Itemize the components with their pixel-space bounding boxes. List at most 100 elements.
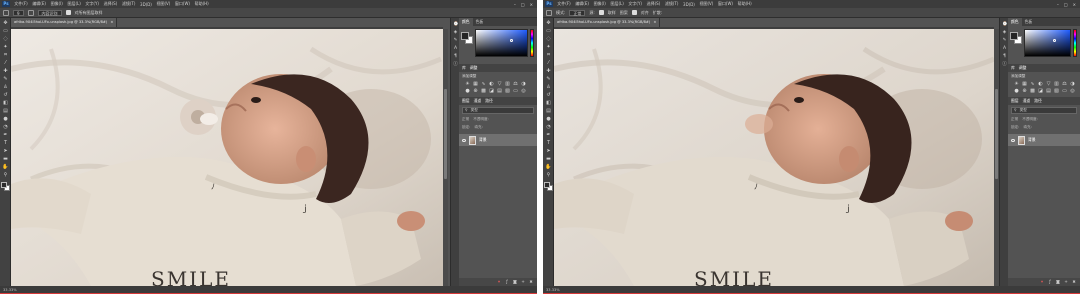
color-swatches[interactable] [1010, 32, 1022, 44]
hue-slider[interactable] [530, 29, 534, 57]
magic-wand-icon[interactable]: ✦ [545, 44, 552, 50]
content-aware-dropdown[interactable]: 内容识别 [37, 9, 62, 16]
menu-view[interactable]: 视图(V) [154, 1, 172, 7]
brush-size-picker[interactable]: 9 [13, 9, 24, 16]
close-icon[interactable]: × [110, 18, 113, 27]
document-tab[interactable]: afrika-9X4l5hoLUFo-unsplash.jpg @ 33.3%(… [554, 18, 661, 27]
fx-icon[interactable]: ƒ [1048, 280, 1052, 284]
move-icon[interactable]: ✥ [545, 20, 552, 26]
link-layers-icon[interactable]: ⚭ [497, 280, 501, 284]
close-icon[interactable]: × [653, 18, 656, 27]
tab-paths[interactable]: 路径 [1034, 97, 1046, 105]
layer-filter[interactable]: ⚲ 类型 [462, 107, 534, 114]
mask-icon[interactable]: ◙ [1056, 280, 1060, 284]
tab-adjustments[interactable]: 调整 [470, 64, 482, 72]
type-icon[interactable]: T [2, 140, 9, 146]
crop-icon[interactable]: ⌗ [2, 52, 9, 58]
dodge-icon[interactable]: ◔ [545, 124, 552, 130]
pen-icon[interactable]: ✒ [2, 132, 9, 138]
invert-icon[interactable]: ◪ [1038, 89, 1043, 94]
path-select-icon[interactable]: ➤ [2, 148, 9, 154]
menu-3d[interactable]: 3D(D) [681, 2, 697, 7]
tab-swatches[interactable]: 色板 [473, 18, 487, 26]
mode-icon[interactable] [27, 9, 34, 16]
color-picker[interactable] [459, 26, 537, 64]
properties-icon[interactable]: ◈ [453, 30, 458, 35]
menu-help[interactable]: 帮助(H) [192, 1, 211, 7]
magic-wand-icon[interactable]: ✦ [2, 44, 9, 50]
eyedropper-icon[interactable]: ⁄ [545, 60, 552, 66]
menu-window[interactable]: 窗口(W) [716, 1, 736, 7]
gradient-icon[interactable]: ▤ [2, 108, 9, 114]
tab-libraries[interactable]: 库 [462, 64, 470, 72]
invert-icon[interactable]: ◪ [489, 89, 494, 94]
menu-file[interactable]: 文件(F) [12, 1, 30, 7]
source-sample-radio[interactable] [598, 10, 604, 15]
history-brush-icon[interactable]: ↺ [2, 92, 9, 98]
eye-icon[interactable] [462, 138, 466, 142]
clone-stamp-icon[interactable] [546, 9, 552, 16]
blur-icon[interactable]: ● [545, 116, 552, 122]
hue-sat-icon[interactable]: ▥ [1054, 82, 1059, 87]
vibrance-icon[interactable]: ▽ [1046, 82, 1051, 87]
character-icon[interactable]: A [1002, 46, 1007, 51]
lasso-icon[interactable]: ◌ [545, 36, 552, 42]
marquee-icon[interactable]: ▭ [2, 28, 9, 34]
minimize-icon[interactable]: – [514, 2, 516, 7]
tab-adjustments[interactable]: 调整 [1019, 64, 1031, 72]
curves-icon[interactable]: ∿ [1030, 82, 1035, 87]
image-canvas[interactable]: ﾉ ｊ SMILE [554, 29, 994, 286]
menu-type[interactable]: 文字(Y) [626, 1, 644, 7]
menu-image[interactable]: 图像(I) [48, 1, 65, 7]
scroll-thumb[interactable] [444, 89, 447, 179]
selective-color-icon[interactable]: ◎ [521, 89, 526, 94]
healing-brush-icon[interactable] [3, 9, 9, 16]
eraser-icon[interactable]: ◧ [2, 100, 9, 106]
menu-type[interactable]: 文字(Y) [83, 1, 101, 7]
brush-icon[interactable]: ✎ [2, 76, 9, 82]
channel-mixer-icon[interactable]: ⊕ [473, 89, 478, 94]
healing-brush-icon[interactable]: ✚ [545, 68, 552, 74]
trash-icon[interactable]: ✖ [529, 280, 533, 284]
brush-icon[interactable]: ✎ [545, 76, 552, 82]
fx-icon[interactable]: ƒ [505, 280, 509, 284]
saturation-field[interactable] [1024, 29, 1071, 57]
tab-layers[interactable]: 图层 [1011, 97, 1023, 105]
layer-filter[interactable]: ⚲ 类型 [1011, 107, 1077, 114]
clone-stamp-icon[interactable]: ♙ [545, 84, 552, 90]
character-icon[interactable]: A [453, 46, 458, 51]
tab-channels[interactable]: 通道 [474, 97, 486, 105]
history-icon[interactable]: ⌚ [453, 22, 459, 27]
image-canvas[interactable]: ﾉ ｊ SMILE [11, 29, 443, 286]
scroll-thumb[interactable] [995, 89, 998, 179]
levels-icon[interactable]: ▦ [473, 82, 478, 87]
paragraph-icon[interactable]: ¶ [453, 54, 458, 59]
bw-icon[interactable]: ◑ [1070, 82, 1075, 87]
hue-sat-icon[interactable]: ▥ [505, 82, 510, 87]
foreground-background-colors[interactable] [1, 182, 10, 191]
lasso-icon[interactable]: ◌ [2, 36, 9, 42]
posterize-icon[interactable]: ▤ [497, 89, 502, 94]
history-icon[interactable]: ⌚ [1002, 22, 1008, 27]
new-layer-icon[interactable]: + [1064, 280, 1068, 284]
move-icon[interactable]: ✥ [2, 20, 9, 26]
levels-icon[interactable]: ▦ [1022, 82, 1027, 87]
eyedropper-icon[interactable]: ⁄ [2, 60, 9, 66]
tab-color[interactable]: 颜色 [1008, 18, 1022, 26]
minimize-icon[interactable]: – [1057, 2, 1059, 7]
history-brush-icon[interactable]: ↺ [545, 92, 552, 98]
clone-stamp-icon[interactable]: ♙ [2, 84, 9, 90]
tab-swatches[interactable]: 色板 [1022, 18, 1036, 26]
hand-icon[interactable]: ✋ [2, 164, 9, 170]
zoom-icon[interactable]: ⚲ [2, 172, 9, 178]
link-layers-icon[interactable]: ⚭ [1040, 280, 1044, 284]
color-balance-icon[interactable]: ⚖ [1062, 82, 1067, 87]
info-icon[interactable]: ⓘ [453, 62, 458, 67]
type-icon[interactable]: T [545, 140, 552, 146]
vertical-scrollbar[interactable] [443, 29, 448, 286]
threshold-icon[interactable]: ▧ [1054, 89, 1059, 94]
menu-image[interactable]: 图像(I) [591, 1, 608, 7]
blend-mode-select[interactable]: 正常 [462, 116, 469, 123]
properties-icon[interactable]: ◈ [1002, 30, 1007, 35]
path-select-icon[interactable]: ➤ [545, 148, 552, 154]
